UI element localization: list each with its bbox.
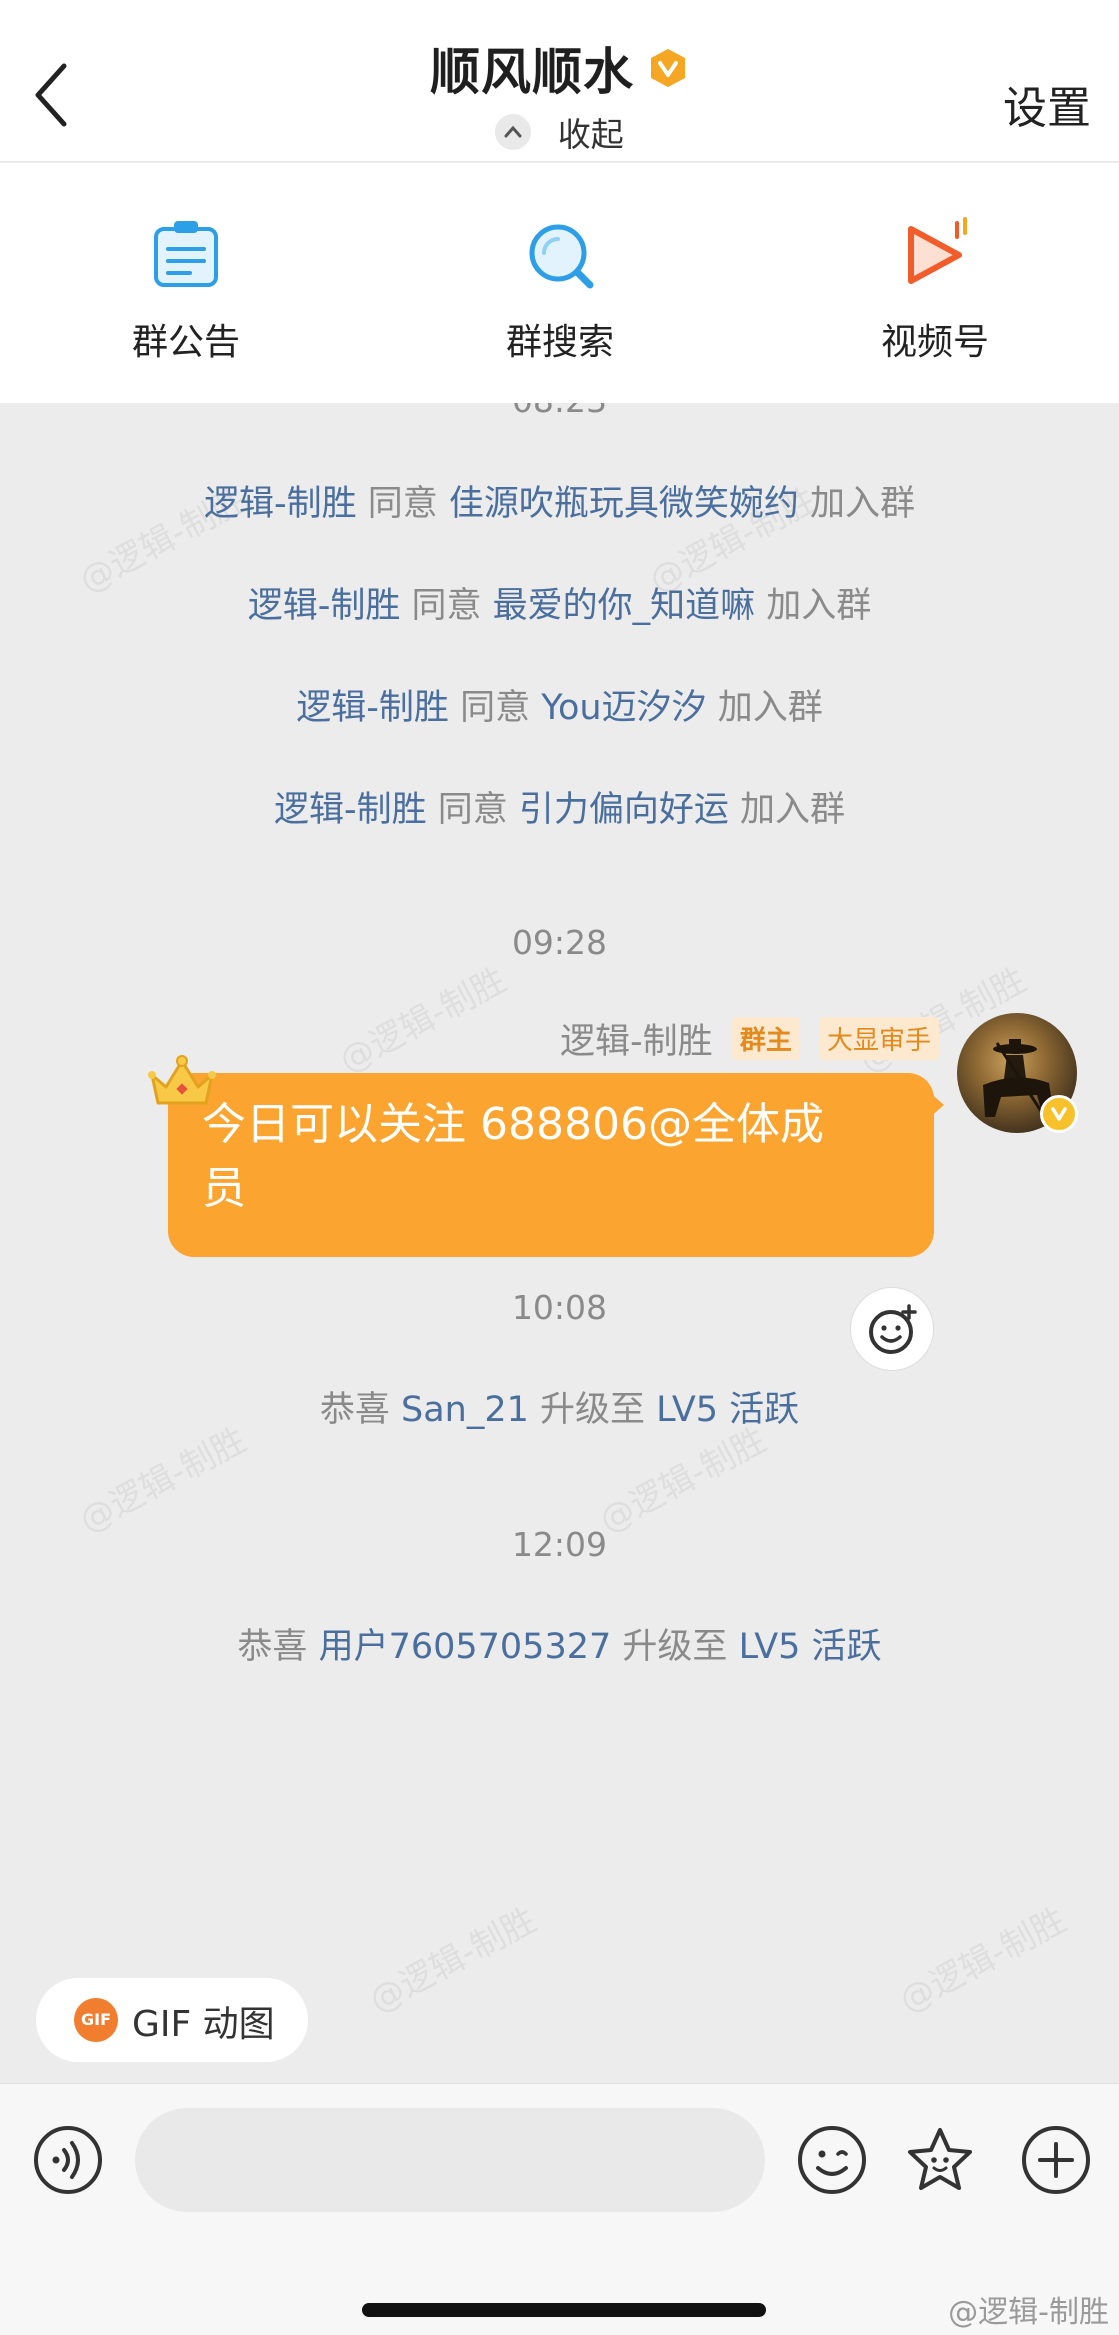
event-verb: 同意 [367,484,438,524]
event-verb: 同意 [460,688,531,728]
video-channel-icon [908,217,967,284]
watermark: @逻辑-制胜 [892,1900,1073,2022]
timestamp: 10:08 [511,1288,608,1327]
chat-message-list[interactable]: @逻辑-制胜 @逻辑-制胜 @逻辑-制胜 @逻辑-制胜 @逻辑-制胜 @逻辑-制… [0,403,1119,2083]
verified-user-icon [1040,1095,1078,1133]
timestamp: 12:09 [511,1525,608,1564]
crown-icon [148,1055,216,1105]
join-event: 逻辑-制胜 同意 引力偏向好运 加入群 [0,781,1119,832]
sender-name[interactable]: 逻辑-制胜 [560,1022,713,1062]
message-bubble[interactable]: 今日可以关注 688806@全体成 员 [168,1073,934,1257]
settings-button[interactable]: 设置 [1003,72,1091,136]
sticker-favorite-icon[interactable] [904,2124,976,2196]
bubble-tail [928,1091,944,1119]
join-event: 逻辑-制胜 同意 You迈汐汐 加入群 [0,679,1119,730]
group-title: 顺风顺水 [429,43,634,101]
collapse-label: 收起 [557,115,624,154]
event-suffix: 加入群 [717,688,823,728]
event-verb: 升级至 [540,1390,646,1430]
toolbar-item-search[interactable]: 群搜索 [440,215,680,365]
watermark: @逻辑-制胜 [592,1420,773,1542]
timestamp: 09:28 [511,923,608,962]
event-verb: 同意 [437,790,508,830]
search-icon [529,224,594,289]
event-prefix: 恭喜 [237,1627,308,1667]
timestamp: 08:23 [0,403,1119,420]
event-suffix: 加入群 [810,484,916,524]
leveled-user-name[interactable]: 用户7605705327 [319,1627,612,1667]
event-verb: 同意 [411,586,482,626]
toolbar-label: 群公告 [131,322,240,363]
verified-badge-icon [651,49,686,87]
watermark: @逻辑-制胜 [72,1420,253,1542]
group-toolbar: 群公告 群搜索 视频号 [0,163,1119,403]
gif-sticker-button[interactable]: GIF GIF 动图 [36,1978,308,2062]
joined-user-name[interactable]: 最爱的你_知道嘛 [493,586,756,626]
inviter-name[interactable]: 逻辑-制胜 [296,688,449,728]
title-row: 顺风顺水 [0,32,1119,104]
gif-button-label: GIF 动图 [132,2004,275,2045]
event-verb: 升级至 [622,1627,728,1667]
voice-input-icon[interactable] [32,2124,104,2196]
event-suffix: 加入群 [766,586,872,626]
more-plus-icon[interactable] [1020,2124,1092,2196]
toolbar-label: 群搜索 [505,322,614,363]
toolbar-item-announcement[interactable]: 群公告 [66,215,306,365]
announcement-icon [154,221,218,287]
event-suffix: 加入群 [740,790,846,830]
chevron-up-icon [495,114,532,150]
corner-watermark: @逻辑-制胜 [948,2295,1109,2330]
inviter-name[interactable]: 逻辑-制胜 [248,586,401,626]
owner-tag: 群主 [731,1017,800,1060]
joined-user-name[interactable]: 佳源吹瓶玩具微笑婉约 [449,484,799,524]
join-event: 逻辑-制胜 同意 佳源吹瓶玩具微笑婉约 加入群 [0,475,1119,526]
message-text-line: 员 [202,1163,246,1214]
event-prefix: 恭喜 [319,1390,390,1430]
rank-tag: 大显审手 [818,1017,939,1060]
chat-header: 顺风顺水 收起 设置 [0,0,1119,162]
level-label[interactable]: LV5 活跃 [739,1627,882,1667]
watermark: @逻辑-制胜 [362,1900,543,2022]
inviter-name[interactable]: 逻辑-制胜 [204,484,357,524]
message-input[interactable] [135,2108,765,2212]
leveled-user-name[interactable]: San_21 [401,1390,529,1430]
watermark: @逻辑-制胜 [332,960,513,1082]
joined-user-name[interactable]: You迈汐汐 [541,688,706,728]
inviter-name[interactable]: 逻辑-制胜 [274,790,427,830]
collapse-toggle[interactable]: 收起 [0,108,1119,156]
toolbar-item-video-channel[interactable]: 视频号 [815,215,1055,365]
home-indicator[interactable] [362,2303,766,2317]
emoji-icon[interactable] [796,2124,868,2196]
level-label[interactable]: LV5 活跃 [656,1390,799,1430]
level-up-event: 恭喜 San_21 升级至 LV5 活跃 [0,1381,1119,1432]
gif-icon: GIF [74,1998,118,2042]
message-text-line: 今日可以关注 688806@全体成 [202,1099,824,1150]
toolbar-label: 视频号 [880,322,989,363]
join-event: 逻辑-制胜 同意 最爱的你_知道嘛 加入群 [0,577,1119,628]
joined-user-name[interactable]: 引力偏向好运 [519,790,729,830]
level-up-event: 恭喜 用户7605705327 升级至 LV5 活跃 [0,1618,1119,1669]
message-sender: 逻辑-制胜 群主 大显审手 [560,1013,939,1064]
